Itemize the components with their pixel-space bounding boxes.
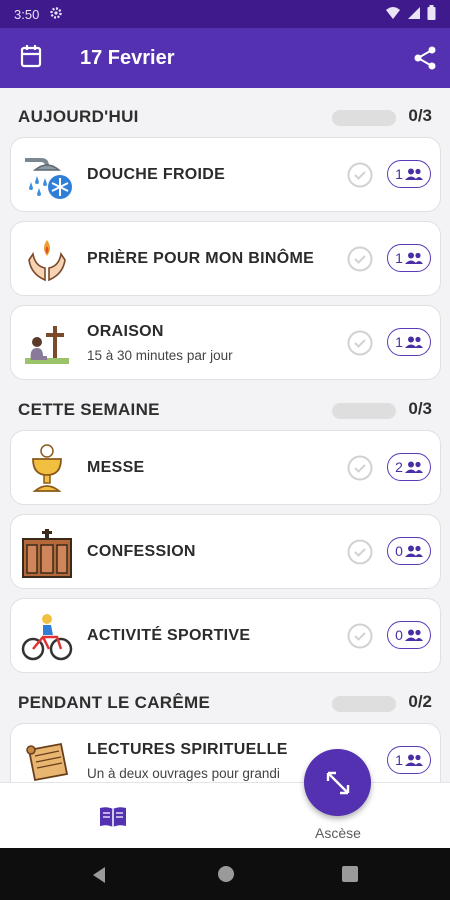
section-this-week: CETTE SEMAINE 0/3 bbox=[18, 395, 432, 425]
item-name: DOUCHE FROIDE bbox=[87, 166, 226, 183]
participants-count: 1 bbox=[395, 752, 403, 768]
confessional-icon bbox=[21, 527, 73, 579]
scroll-icon bbox=[21, 736, 73, 782]
section-count: 0/3 bbox=[408, 399, 432, 418]
group-icon bbox=[404, 754, 423, 766]
participants-count: 1 bbox=[395, 334, 403, 350]
section-title: AUJOURD'HUI bbox=[18, 107, 139, 126]
item-card-activite-sportive[interactable]: ACTIVITÉ SPORTIVE 0 bbox=[10, 598, 441, 673]
item-card-priere-binome[interactable]: PRIÈRE POUR MON BINÔME 1 bbox=[10, 221, 441, 296]
settings-gear-icon bbox=[49, 6, 63, 23]
page-title: 17 Fevrier bbox=[80, 47, 175, 69]
check-circle-icon[interactable] bbox=[347, 623, 373, 649]
recents-icon[interactable] bbox=[342, 866, 358, 882]
kneeling-prayer-icon bbox=[21, 318, 73, 370]
item-name: ACTIVITÉ SPORTIVE bbox=[87, 627, 251, 644]
group-icon bbox=[404, 336, 423, 348]
section-title: CETTE SEMAINE bbox=[18, 400, 160, 419]
participants-count: 0 bbox=[395, 543, 403, 559]
item-card-confession[interactable]: CONFESSION 0 bbox=[10, 514, 441, 589]
participants-count: 1 bbox=[395, 250, 403, 266]
status-bar: 3:50 bbox=[0, 0, 450, 28]
status-time: 3:50 bbox=[14, 6, 40, 22]
back-icon[interactable] bbox=[91, 866, 107, 884]
section-count: 0/2 bbox=[408, 692, 432, 711]
participants-button[interactable]: 1 bbox=[387, 328, 431, 356]
bottom-navigation: Ascèse bbox=[0, 782, 450, 848]
battery-icon bbox=[427, 5, 436, 23]
item-name: ORAISON bbox=[87, 323, 164, 340]
item-subtitle: 15 à 30 minutes par jour bbox=[87, 348, 233, 363]
check-circle-icon[interactable] bbox=[347, 455, 373, 481]
section-progress-bar bbox=[332, 110, 396, 126]
group-icon bbox=[404, 461, 423, 473]
group-icon bbox=[404, 252, 423, 264]
check-circle-icon[interactable] bbox=[347, 539, 373, 565]
ascese-tab-label[interactable]: Ascèse bbox=[298, 825, 378, 841]
item-card-oraison[interactable]: ORAISON 15 à 30 minutes par jour 1 bbox=[10, 305, 441, 380]
check-circle-icon[interactable] bbox=[347, 246, 373, 272]
participants-button[interactable]: 0 bbox=[387, 537, 431, 565]
wifi-icon bbox=[385, 6, 401, 23]
challenge-list[interactable]: AUJOURD'HUI 0/3 DOUCHE FROIDE 1 PRIÈRE P… bbox=[0, 88, 450, 782]
group-icon bbox=[404, 545, 423, 557]
signal-icon bbox=[407, 6, 421, 23]
item-card-messe[interactable]: MESSE 2 bbox=[10, 430, 441, 505]
calendar-icon[interactable] bbox=[20, 44, 42, 68]
cold-shower-icon bbox=[21, 150, 73, 202]
home-icon[interactable] bbox=[217, 865, 235, 883]
section-count: 0/3 bbox=[408, 106, 432, 125]
section-title: PENDANT LE CARÊME bbox=[18, 693, 211, 712]
participants-button[interactable]: 0 bbox=[387, 621, 431, 649]
item-card-douche-froide[interactable]: DOUCHE FROIDE 1 bbox=[10, 137, 441, 212]
section-during-lent: PENDANT LE CARÊME 0/2 bbox=[18, 688, 432, 718]
cyclist-icon bbox=[21, 611, 73, 663]
expand-arrows-icon bbox=[326, 771, 349, 794]
item-name: PRIÈRE POUR MON BINÔME bbox=[87, 250, 315, 267]
participants-count: 2 bbox=[395, 459, 403, 475]
participants-count: 1 bbox=[395, 166, 403, 182]
group-icon bbox=[404, 629, 423, 641]
section-today: AUJOURD'HUI 0/3 bbox=[18, 102, 432, 132]
participants-button[interactable]: 1 bbox=[387, 244, 431, 272]
share-icon[interactable] bbox=[412, 45, 438, 71]
participants-count: 0 bbox=[395, 627, 403, 643]
participants-button[interactable]: 1 bbox=[387, 160, 431, 188]
section-progress-bar bbox=[332, 403, 396, 419]
item-name: CONFESSION bbox=[87, 543, 196, 560]
check-circle-icon[interactable] bbox=[347, 162, 373, 188]
book-icon[interactable] bbox=[98, 805, 128, 829]
participants-button[interactable]: 1 bbox=[387, 746, 431, 774]
item-name: MESSE bbox=[87, 459, 145, 476]
check-circle-icon[interactable] bbox=[347, 330, 373, 356]
expand-fab-button[interactable] bbox=[304, 749, 371, 816]
item-card-lectures-spirituelle[interactable]: LECTURES SPIRITUELLE Un à deux ouvrages … bbox=[10, 723, 441, 782]
item-subtitle: Un à deux ouvrages pour grandi bbox=[87, 766, 280, 781]
participants-button[interactable]: 2 bbox=[387, 453, 431, 481]
item-name: LECTURES SPIRITUELLE bbox=[87, 741, 288, 758]
group-icon bbox=[404, 168, 423, 180]
system-navigation-bar bbox=[0, 848, 450, 900]
app-bar: 17 Fevrier bbox=[0, 28, 450, 88]
section-progress-bar bbox=[332, 696, 396, 712]
praying-hands-icon bbox=[21, 234, 73, 286]
chalice-icon bbox=[21, 443, 73, 495]
